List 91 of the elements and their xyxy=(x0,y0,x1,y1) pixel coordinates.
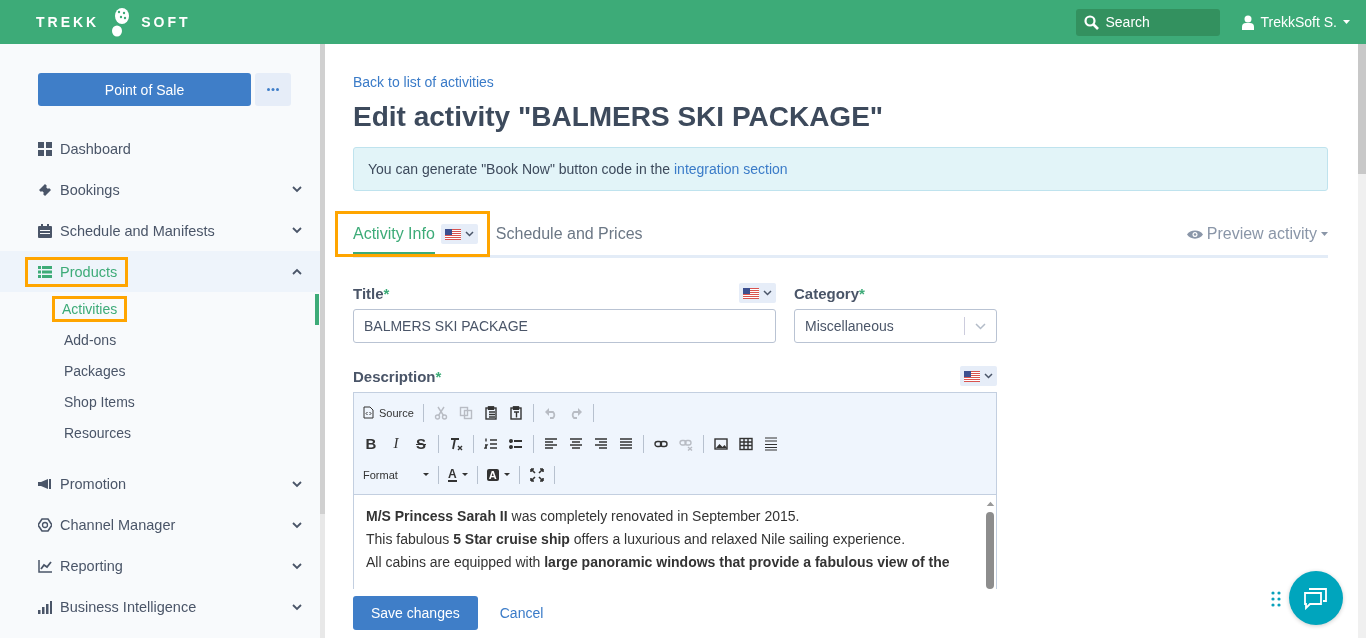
eye-icon xyxy=(1186,228,1203,240)
language-dropdown[interactable] xyxy=(960,366,997,386)
scroll-up-icon[interactable] xyxy=(985,501,995,507)
description-paragraph: This fabulous 5 Star cruise ship offers a luxurious and relaxed Nile sailing experience. xyxy=(366,531,907,548)
flag-icon xyxy=(743,287,759,299)
nav-subitem[interactable]: Packages xyxy=(0,355,320,387)
megaphone-icon xyxy=(38,477,52,492)
chevron-down-icon[interactable] xyxy=(292,481,302,488)
caret-icon xyxy=(461,473,468,476)
description-paragraph: All cabins are equipped with large panoramic windows that provide a fabulous view of the xyxy=(366,554,951,571)
field-label: Description* xyxy=(353,367,442,385)
search-field[interactable]: Search xyxy=(1076,8,1221,36)
nav-item[interactable]: Promotion xyxy=(0,464,320,505)
hexagon-icon xyxy=(38,518,52,533)
back-link[interactable]: Back to list of activities xyxy=(353,74,494,90)
search-icon xyxy=(1084,14,1100,30)
tab[interactable]: Schedule and Prices xyxy=(495,213,643,255)
chevron-up-icon[interactable] xyxy=(292,268,302,275)
chevron-down-icon[interactable] xyxy=(292,522,302,529)
title-input[interactable]: BALMERS SKI PACKAGE xyxy=(353,309,776,343)
nav-label: Reporting xyxy=(60,558,123,575)
chevron-down-icon[interactable] xyxy=(292,563,302,570)
chevron-down-icon[interactable] xyxy=(292,186,302,193)
alert-text: You can generate "Book Now" button code in the integration section xyxy=(368,161,788,177)
ticket-icon xyxy=(38,182,52,197)
chevron-down-icon xyxy=(975,322,986,330)
caret-icon xyxy=(1343,20,1350,24)
scrollbar[interactable] xyxy=(1358,44,1366,638)
nav-item[interactable]: Channel Manager xyxy=(0,505,320,546)
nav-label: Channel Manager xyxy=(60,517,176,534)
nav-subitem-label: Activities xyxy=(55,299,125,320)
strike-button[interactable]: S xyxy=(410,432,432,455)
field-label: Category* xyxy=(794,284,865,302)
nav-subitem[interactable]: Add-ons xyxy=(0,324,320,356)
scrollbar[interactable] xyxy=(320,44,325,638)
category-select[interactable]: Miscellaneous xyxy=(794,309,997,343)
nav-label: Bookings xyxy=(60,181,120,198)
document-icon xyxy=(363,406,374,419)
nav-item[interactable]: Schedule and Manifests xyxy=(0,210,320,251)
language-dropdown[interactable] xyxy=(440,224,478,244)
caret-icon xyxy=(503,473,510,476)
description-paragraph: M/S Princess Sarah II was completely renovated in September 2015. xyxy=(366,508,801,525)
language-dropdown[interactable] xyxy=(739,283,776,303)
grid-icon xyxy=(38,141,52,156)
calendar-icon xyxy=(38,223,52,238)
field-label: Title* xyxy=(353,284,390,302)
nav-item[interactable]: Reporting xyxy=(0,546,320,587)
caret-icon xyxy=(423,473,429,476)
footprint-icon xyxy=(109,7,132,37)
more-icon xyxy=(267,88,279,91)
background-color-button[interactable]: A xyxy=(483,463,513,486)
italic-button[interactable]: I xyxy=(385,432,407,455)
chevron-down-icon xyxy=(464,231,474,237)
cancel-link[interactable]: Cancel xyxy=(499,605,544,621)
flag-icon xyxy=(964,370,980,382)
chevron-down-icon[interactable] xyxy=(292,604,302,611)
save-button[interactable]: Save changes xyxy=(353,596,478,630)
nav-item[interactable]: Dashboard xyxy=(0,128,320,169)
nav-label: Products xyxy=(60,263,118,280)
nav-subitem-label: Resources xyxy=(64,423,131,443)
chevron-down-icon xyxy=(763,290,772,296)
text-color-button[interactable]: A xyxy=(445,463,471,486)
logo-text: SOFT xyxy=(141,14,191,30)
bar-chart-icon xyxy=(38,600,52,615)
nav-subitem-label: Add-ons xyxy=(64,331,117,351)
nav-subitem-label: Packages xyxy=(64,362,126,381)
format-dropdown[interactable]: Format xyxy=(360,463,432,486)
page-title: Edit activity "BALMERS SKI PACKAGE" xyxy=(353,101,885,133)
line-chart-icon xyxy=(38,559,52,574)
user-icon xyxy=(1242,14,1255,30)
chat-button[interactable] xyxy=(1289,571,1343,625)
point-of-sale-button[interactable]: Point of Sale xyxy=(38,73,251,106)
nav-label: Promotion xyxy=(60,476,127,493)
flag-icon xyxy=(444,228,461,240)
nav-label: Dashboard xyxy=(60,140,131,157)
chat-icon xyxy=(1303,586,1329,610)
nav-label: Business Intelligence xyxy=(60,599,197,616)
source-button[interactable]: Source xyxy=(360,401,417,424)
bold-button[interactable]: B xyxy=(360,432,382,455)
list-icon xyxy=(38,264,52,279)
integration-link[interactable]: integration section xyxy=(674,161,788,177)
chevron-down-icon[interactable] xyxy=(292,227,302,234)
nav-subitem-label: Shop Items xyxy=(64,392,135,412)
chevron-down-icon xyxy=(984,373,993,379)
logo-text: TREKK xyxy=(36,14,100,30)
nav-subitem[interactable]: Shop Items xyxy=(0,386,320,418)
nav-item[interactable]: Bookings xyxy=(0,169,320,210)
nav-subitem[interactable]: Resources xyxy=(0,417,320,448)
caret-icon xyxy=(1321,232,1328,236)
nav-label: Schedule and Manifests xyxy=(60,222,215,239)
nav-item[interactable]: Business Intelligence xyxy=(0,587,320,628)
